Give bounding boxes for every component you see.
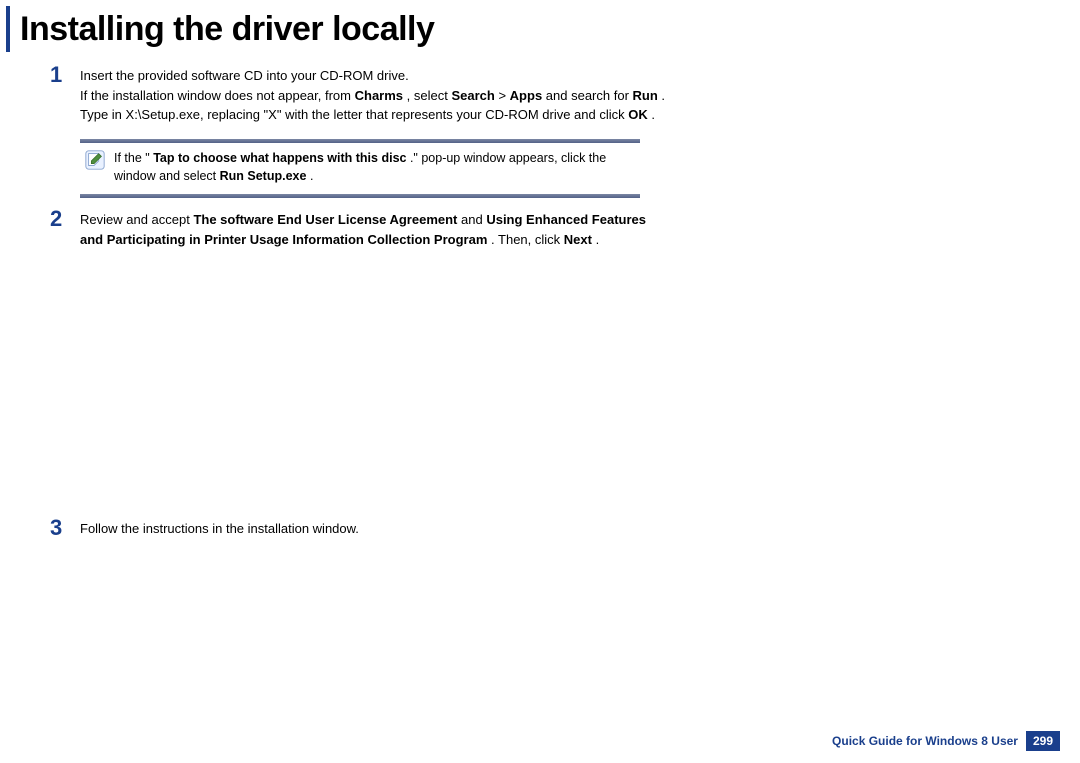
note-pre: If the " xyxy=(114,151,150,165)
step-3-number: 3 xyxy=(50,517,72,539)
step-1-text: Insert the provided software CD into you… xyxy=(80,66,670,125)
note-bold: Tap to choose what happens with this dis… xyxy=(153,151,406,165)
note-box: If the " Tap to choose what happens with… xyxy=(80,139,640,199)
step-1-line1: Insert the provided software CD into you… xyxy=(80,68,409,83)
footer-label: Quick Guide for Windows 8 User xyxy=(832,734,1018,748)
step-2-number: 2 xyxy=(50,208,72,249)
step-1-ok: OK xyxy=(628,107,648,122)
step-2-next: Next xyxy=(564,232,592,247)
step-2: 2 Review and accept The software End Use… xyxy=(50,210,670,249)
step-1-line2f: . xyxy=(651,107,655,122)
step-1: 1 Insert the provided software CD into y… xyxy=(50,66,670,125)
step-1-line2c: > xyxy=(498,88,509,103)
step-1-charms: Charms xyxy=(355,88,403,103)
header-accent-rule xyxy=(6,6,10,52)
step-1-apps: Apps xyxy=(510,88,543,103)
note-text: If the " Tap to choose what happens with… xyxy=(114,149,636,187)
note-bottom-bar xyxy=(80,194,640,198)
step-3: 3 Follow the instructions in the install… xyxy=(50,519,670,539)
step-1-run: Run xyxy=(633,88,658,103)
step-2-post: . Then, click xyxy=(491,232,564,247)
page-title: Installing the driver locally xyxy=(20,10,434,49)
step-1-number: 1 xyxy=(50,64,72,125)
page-header: Installing the driver locally xyxy=(0,0,1080,52)
note-icon xyxy=(84,149,106,171)
page-footer: Quick Guide for Windows 8 User 299 xyxy=(832,731,1060,751)
step-1-line2a: If the installation window does not appe… xyxy=(80,88,355,103)
step-3-line: Follow the instructions in the installat… xyxy=(80,521,359,536)
page-number-badge: 299 xyxy=(1026,731,1060,751)
main-content: 1 Insert the provided software CD into y… xyxy=(0,52,698,539)
step-1-line2b: , select xyxy=(407,88,452,103)
step-1-search: Search xyxy=(451,88,494,103)
step-2-mid: and xyxy=(461,212,486,227)
step-1-line2d: and search for xyxy=(546,88,633,103)
spacer-before-step-3 xyxy=(50,249,670,519)
step-2-text: Review and accept The software End User … xyxy=(80,210,670,249)
note-row: If the " Tap to choose what happens with… xyxy=(80,143,640,195)
step-2-end: . xyxy=(596,232,600,247)
note-run-setup: Run Setup.exe xyxy=(220,169,307,183)
step-2-b1: The software End User License Agreement xyxy=(193,212,457,227)
step-3-text: Follow the instructions in the installat… xyxy=(80,519,670,539)
note-end: . xyxy=(310,169,313,183)
step-2-pre: Review and accept xyxy=(80,212,193,227)
